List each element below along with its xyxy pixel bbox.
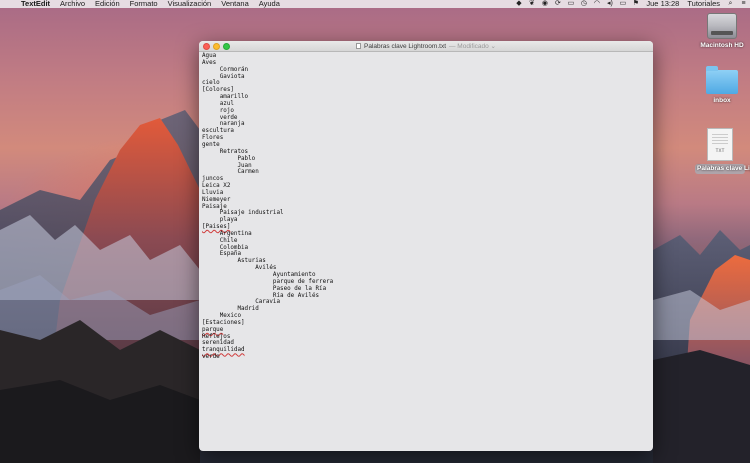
time-machine-icon[interactable]: ◷	[577, 0, 590, 8]
desktop-icon-text-file[interactable]: TXT Palabras clave Lightroom.txt	[690, 128, 750, 174]
close-button[interactable]	[203, 43, 210, 50]
menu-bar: TextEdit Archivo Edición Formato Visuali…	[0, 0, 750, 8]
desktop-icon-macintosh-hd[interactable]: Macintosh HD	[692, 13, 750, 50]
notifications-icon[interactable]: ≡	[737, 0, 750, 8]
desktop-icon-label: Palabras clave Lightroom.txt	[695, 164, 750, 174]
text-line: Avilés	[202, 265, 277, 272]
text-editor[interactable]: Agua Aves Cormorán Gaviota cielo [Colores] …	[199, 52, 653, 362]
text-line: Paisaje industrial	[202, 210, 284, 217]
text-line: Ría de Avilés	[202, 292, 320, 299]
text-line: Reflejos	[202, 333, 231, 340]
text-line: azul	[202, 100, 234, 107]
hard-drive-icon	[707, 13, 737, 39]
text-line: rojo	[202, 107, 234, 114]
text-line: Ayuntamiento	[202, 272, 316, 278]
desktop-icon-inbox[interactable]: inbox	[692, 66, 750, 105]
text-line: Niemeyer	[202, 196, 231, 203]
textedit-window: Palabras clave Lightroom.txt — Modificad…	[199, 41, 653, 451]
display-icon[interactable]: ▭	[564, 0, 577, 8]
text-line: Aves	[202, 59, 217, 66]
text-line: Carmen	[202, 169, 259, 176]
text-line: Madrid	[202, 306, 259, 313]
text-line: Flores	[202, 135, 224, 142]
text-line: verde	[202, 114, 238, 121]
text-line: Retratos	[202, 148, 249, 155]
menu-archivo[interactable]: Archivo	[55, 0, 90, 8]
wifi-icon[interactable]: ◠	[590, 0, 603, 8]
minimize-button[interactable]	[213, 43, 220, 50]
text-line: Leica X2	[202, 183, 231, 190]
menu-edicion[interactable]: Edición	[90, 0, 125, 8]
window-controls	[203, 43, 230, 50]
folder-icon	[706, 66, 738, 94]
text-line: amarillo	[202, 94, 249, 101]
text-line: tranquilidad	[202, 347, 245, 354]
text-line: Paisaje	[202, 203, 227, 210]
text-line: parque de ferrera	[202, 278, 334, 285]
text-line: [Colores]	[202, 87, 234, 94]
title-bar[interactable]: Palabras clave Lightroom.txt — Modificad…	[199, 41, 653, 52]
text-line: Colombia	[202, 244, 249, 251]
screen-record-icon[interactable]: ◉	[538, 0, 551, 8]
text-line: juncos	[202, 176, 224, 183]
text-line: escultura	[202, 128, 234, 135]
text-line: [Estaciones]	[202, 319, 245, 326]
flag-icon[interactable]: ⚑	[629, 0, 642, 8]
text-line: Chile	[202, 237, 238, 244]
search-icon[interactable]: ⌕	[724, 0, 737, 8]
window-title: Palabras clave Lightroom.txt — Modificad…	[355, 42, 496, 50]
text-file-icon: TXT	[707, 128, 733, 161]
text-line: Agua	[202, 53, 217, 59]
text-line: gente	[202, 141, 220, 148]
clock[interactable]: Jue 13:28	[642, 0, 683, 8]
dropbox-icon[interactable]: ◆	[512, 0, 525, 8]
evernote-icon[interactable]: ❦	[525, 0, 538, 8]
modified-status[interactable]: — Modificado ⌄	[449, 42, 496, 50]
text-line: verde	[202, 354, 220, 361]
text-line: Pablo	[202, 155, 256, 162]
text-line: [Paises]	[202, 224, 231, 231]
text-line: Paseo de la Ría	[202, 285, 327, 292]
text-line: Caravia	[202, 299, 281, 306]
menu-ventana[interactable]: Ventana	[216, 0, 254, 8]
document-icon	[355, 43, 361, 49]
menu-app-name[interactable]: TextEdit	[16, 0, 55, 8]
file-type-badge: TXT	[715, 148, 725, 154]
text-line: serenidad	[202, 340, 234, 347]
menu-ayuda[interactable]: Ayuda	[254, 0, 285, 8]
status-area: ◆ ❦ ◉ ⟳ ▭ ◷ ◠ ◂) ▭ ⚑ Jue 13:28 Tutoriale…	[512, 0, 750, 8]
text-line: Juan	[202, 162, 252, 169]
text-line: Lluvia	[202, 189, 224, 196]
text-line: Argentina	[202, 230, 252, 237]
window-title-text: Palabras clave Lightroom.txt	[363, 42, 446, 50]
menu-formato[interactable]: Formato	[125, 0, 163, 8]
volume-icon[interactable]: ◂)	[603, 0, 616, 8]
text-line: cielo	[202, 80, 220, 87]
sync-icon[interactable]: ⟳	[551, 0, 564, 8]
desktop-icon-label: inbox	[713, 97, 731, 104]
text-line: naranja	[202, 121, 245, 128]
text-line: playa	[202, 217, 238, 224]
user-name[interactable]: Tutoriales	[683, 0, 724, 8]
text-line: parque	[202, 326, 224, 333]
text-line: Gaviota	[202, 73, 245, 80]
text-line: Cormorán	[202, 66, 249, 73]
menu-visualizacion[interactable]: Visualización	[163, 0, 217, 8]
zoom-button[interactable]	[223, 43, 230, 50]
text-line: España	[202, 251, 242, 258]
battery-icon[interactable]: ▭	[616, 0, 629, 8]
desktop-icon-label: Macintosh HD	[700, 42, 744, 49]
text-line: Mexico	[202, 313, 242, 320]
